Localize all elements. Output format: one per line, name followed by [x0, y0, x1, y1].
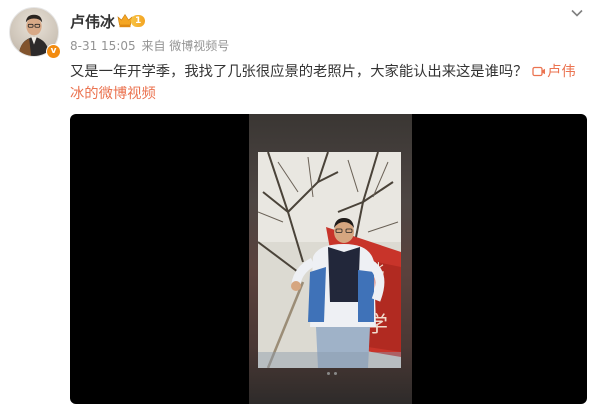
- post-source[interactable]: 来自 微博视频号: [141, 39, 229, 53]
- chevron-down-icon[interactable]: [570, 8, 584, 18]
- carousel-dots[interactable]: [327, 372, 337, 375]
- author-name[interactable]: 卢伟冰: [70, 11, 115, 32]
- post-text: 又是一年开学季，我找了几张很应景的老照片，大家能认出来这是谁吗？ 卢伟冰的微博视…: [70, 61, 585, 105]
- author-avatar[interactable]: v: [9, 7, 63, 61]
- carousel-dot[interactable]: [334, 372, 337, 375]
- vip-badge[interactable]: 1: [117, 13, 153, 28]
- carousel-dot[interactable]: [327, 372, 330, 375]
- video-frame-photo: 北 学: [258, 152, 401, 368]
- video-player[interactable]: 北 学: [70, 114, 587, 404]
- post-body: 又是一年开学季，我找了几张很应景的老照片，大家能认出来这是谁吗？: [70, 64, 528, 80]
- post-timestamp[interactable]: 8-31 15:05: [70, 39, 136, 53]
- verified-v-icon: v: [46, 44, 61, 59]
- video-camera-icon: [532, 66, 546, 77]
- vip-level: 1: [131, 14, 146, 27]
- post-meta: 8-31 15:05 来自 微博视频号: [70, 37, 229, 54]
